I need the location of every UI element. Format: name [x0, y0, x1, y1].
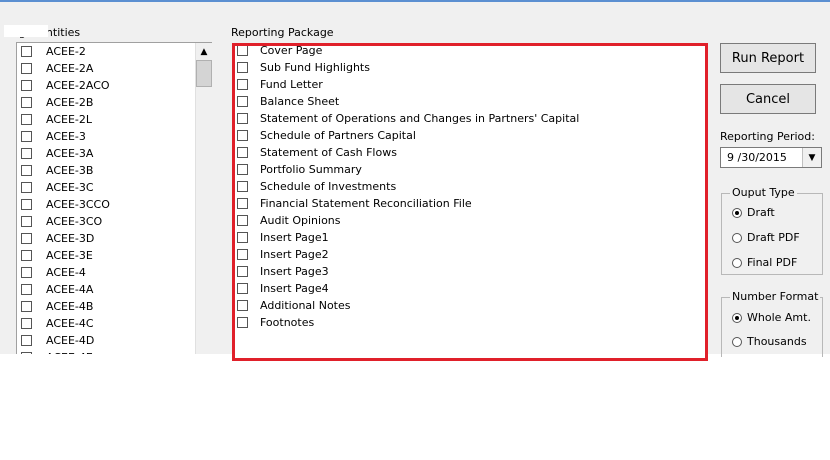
list-item[interactable]: ACEE-4 [21, 264, 86, 281]
entity-label: ACEE-3D [46, 232, 95, 245]
reporting-period-label: Reporting Period: [720, 130, 815, 143]
checkbox[interactable] [21, 63, 32, 74]
checkbox[interactable] [21, 46, 32, 57]
entity-label: ACEE-3A [46, 147, 94, 160]
radio-unselected-icon [732, 257, 742, 268]
checkbox[interactable] [21, 148, 32, 159]
number-thousands-radio[interactable]: Thousands [732, 335, 807, 348]
checkbox[interactable] [21, 80, 32, 91]
checkbox[interactable] [21, 131, 32, 142]
entity-label: ACEE-3CO [46, 215, 103, 228]
checkbox[interactable] [21, 352, 32, 354]
checkbox[interactable] [21, 284, 32, 295]
entity-label: ACEE-2L [46, 113, 93, 126]
checkbox[interactable] [21, 165, 32, 176]
reporting-period-select[interactable]: 9 /30/2015 ▼ [720, 147, 822, 168]
entity-label: ACEE-2 [46, 45, 86, 58]
entity-list[interactable]: ACEE-2 ACEE-2A ACEE-2ACO ACEE-2B ACEE-2L ACEE… [16, 42, 212, 354]
list-item[interactable]: ACEE-3D [21, 230, 94, 247]
list-item[interactable]: ACEE-2B [21, 94, 93, 111]
number-format-title: Number Format [730, 290, 821, 304]
checkbox[interactable] [21, 267, 32, 278]
radio-unselected-icon [732, 336, 742, 347]
list-item[interactable]: ACEE-3CCO [21, 196, 110, 213]
checkbox[interactable] [21, 301, 32, 312]
list-item[interactable]: ACEE-2 [21, 43, 86, 60]
list-item[interactable]: ACEE-2ACO [21, 77, 110, 94]
list-item[interactable]: ACEE-3CO [21, 213, 102, 230]
list-item[interactable]: ACEE-4C [21, 315, 94, 332]
number-whole-radio[interactable]: Whole Amt. [732, 311, 811, 324]
entity-label: ACEE-3C [46, 181, 94, 194]
entity-list-scrollbar[interactable] [195, 43, 212, 354]
list-item[interactable]: ACEE-4E [21, 349, 93, 354]
run-report-button[interactable]: Run Report [720, 43, 816, 73]
entity-label: ACEE-4C [46, 317, 94, 330]
entity-label: ACEE-4E [46, 351, 93, 354]
checkbox[interactable] [21, 250, 32, 261]
list-item[interactable]: ACEE-3B [21, 162, 93, 179]
highlight-box [232, 43, 708, 361]
list-item[interactable]: ACEE-3C [21, 179, 94, 196]
radio-selected-icon [732, 207, 742, 218]
dropdown-arrow-icon[interactable]: ▼ [802, 148, 821, 167]
output-draft-radio[interactable]: Draft [732, 206, 775, 219]
number-format-group: Number Format Whole Amt. Thousands [721, 290, 823, 357]
list-item[interactable]: ACEE-3A [21, 145, 93, 162]
radio-selected-icon [732, 312, 742, 323]
list-item[interactable]: ACEE-3E [21, 247, 93, 264]
output-type-group: Ouput Type Draft Draft PDF Final PDF [721, 186, 823, 275]
reporting-package-label: Reporting Package [231, 26, 334, 39]
checkbox[interactable] [21, 97, 32, 108]
entity-label: ACEE-4D [46, 334, 95, 347]
checkbox[interactable] [21, 199, 32, 210]
entity-label: ACEE-3CCO [46, 198, 110, 211]
output-draft-pdf-radio[interactable]: Draft PDF [732, 231, 800, 244]
entity-label: ACEE-3B [46, 164, 94, 177]
output-type-title: Ouput Type [730, 186, 797, 200]
entity-label: ACEE-3 [46, 130, 86, 143]
entity-label: ACEE-4 [46, 266, 86, 279]
entity-label: ACEE-4A [46, 283, 94, 296]
checkbox[interactable] [21, 182, 32, 193]
output-final-pdf-radio[interactable]: Final PDF [732, 256, 797, 269]
checkbox[interactable] [21, 216, 32, 227]
list-item[interactable]: ACEE-4B [21, 298, 93, 315]
entity-label: ACEE-4B [46, 300, 94, 313]
checkbox[interactable] [21, 318, 32, 329]
label-obscured-area [4, 25, 48, 37]
list-item[interactable]: ACEE-4D [21, 332, 94, 349]
list-item[interactable]: ACEE-2A [21, 60, 93, 77]
scroll-thumb[interactable] [196, 60, 212, 87]
entity-label: ACEE-2B [46, 96, 94, 109]
entity-label: ACEE-2ACO [46, 79, 110, 92]
checkbox[interactable] [21, 114, 32, 125]
checkbox[interactable] [21, 233, 32, 244]
reporting-period-value: 9 /30/2015 [727, 151, 787, 164]
list-item[interactable]: ACEE-4A [21, 281, 93, 298]
list-item[interactable]: ACEE-2L [21, 111, 92, 128]
scroll-up-icon[interactable]: ▲ [196, 43, 212, 60]
checkbox[interactable] [21, 335, 32, 346]
radio-unselected-icon [732, 232, 742, 243]
list-item[interactable]: ACEE-3 [21, 128, 86, 145]
cancel-button[interactable]: Cancel [720, 84, 816, 114]
entity-label: ACEE-3E [46, 249, 93, 262]
entity-label: ACEE-2A [46, 62, 94, 75]
